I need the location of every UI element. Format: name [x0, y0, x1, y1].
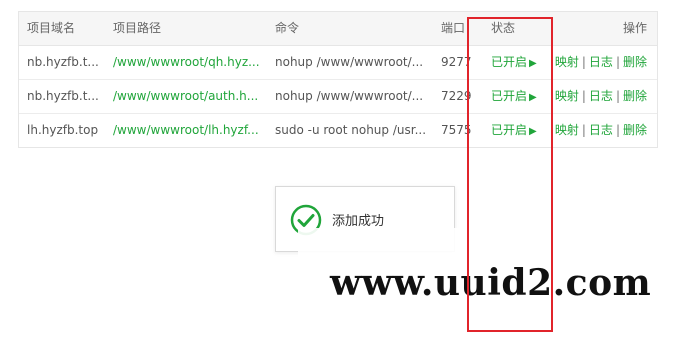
status-column-highlight	[467, 17, 553, 332]
log-link[interactable]: 日志	[589, 123, 613, 137]
table-row: lh.hyzfb.top /www/wwwroot/lh.hyzf... sud…	[19, 114, 657, 148]
table-header: 项目域名 项目路径 命令 端口 状态 操作	[19, 12, 657, 46]
row-actions: 映射 | 日志 | 删除	[555, 46, 647, 79]
delete-link[interactable]: 删除	[623, 123, 647, 137]
separator: |	[615, 89, 620, 103]
header-actions: 操作	[622, 21, 647, 35]
log-link[interactable]: 日志	[589, 89, 613, 103]
row-actions: 映射 | 日志 | 删除	[555, 80, 647, 113]
row-domain: nb.hyzfb.t...	[27, 89, 99, 103]
delete-link[interactable]: 删除	[623, 89, 647, 103]
toast-message: 添加成功	[332, 214, 385, 229]
table-row: nb.hyzfb.t... /www/wwwroot/qh.hyz... noh…	[19, 46, 657, 80]
separator: |	[581, 55, 586, 69]
row-command: sudo -u root nohup /usr...	[275, 123, 425, 137]
row-command: nohup /www/wwwroot/...	[275, 55, 424, 69]
header-domain: 项目域名	[27, 21, 76, 35]
map-link[interactable]: 映射	[555, 55, 579, 69]
header-command: 命令	[275, 21, 300, 35]
separator: |	[615, 123, 620, 137]
row-path: /www/wwwroot/auth.h...	[113, 89, 259, 103]
separator: |	[615, 55, 620, 69]
separator: |	[581, 89, 586, 103]
table-row: nb.hyzfb.t... /www/wwwroot/auth.h... noh…	[19, 80, 657, 114]
row-path: /www/wwwroot/qh.hyz...	[113, 55, 260, 69]
row-command: nohup /www/wwwroot/...	[275, 89, 424, 103]
map-link[interactable]: 映射	[555, 89, 579, 103]
header-path: 项目路径	[113, 21, 162, 35]
row-domain: nb.hyzfb.t...	[27, 55, 99, 69]
projects-table: 项目域名 项目路径 命令 端口 状态 操作 nb.hyzfb.t... /www…	[18, 11, 658, 148]
delete-link[interactable]: 删除	[623, 55, 647, 69]
row-path: /www/wwwroot/lh.hyzf...	[113, 123, 259, 137]
separator: |	[581, 123, 586, 137]
map-link[interactable]: 映射	[555, 123, 579, 137]
row-domain: lh.hyzfb.top	[27, 123, 99, 137]
log-link[interactable]: 日志	[589, 55, 613, 69]
row-actions: 映射 | 日志 | 删除	[555, 114, 647, 147]
